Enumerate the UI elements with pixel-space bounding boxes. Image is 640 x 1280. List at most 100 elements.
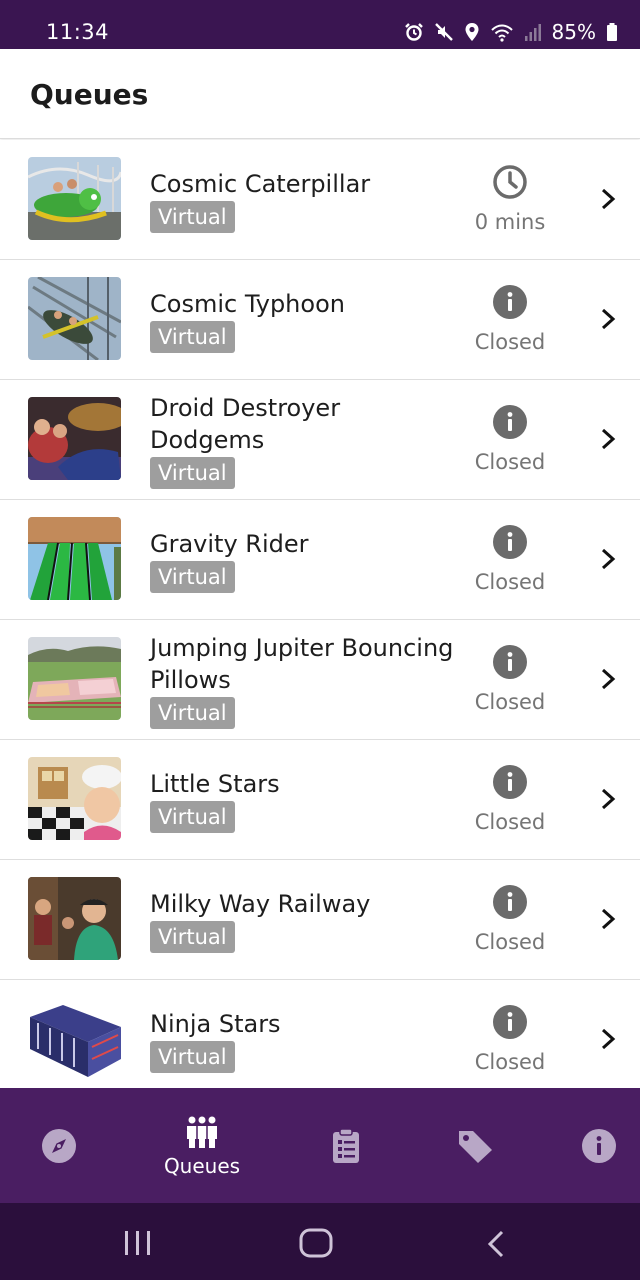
page-title: Queues	[30, 78, 149, 111]
ride-name: Cosmic Caterpillar	[150, 169, 371, 198]
info-icon	[493, 405, 527, 439]
queue-status: Closed	[460, 278, 560, 368]
queue-status: Closed	[460, 638, 560, 728]
clipboard-list-icon	[333, 1128, 359, 1163]
back-icon[interactable]	[484, 1229, 508, 1259]
ride-info: Cosmic Typhoon Virtual	[150, 260, 460, 380]
nav-item-list[interactable]	[291, 1088, 401, 1203]
queue-row-cosmic-caterpillar[interactable]: Cosmic Caterpillar Virtual 0 mins	[0, 140, 640, 260]
nav-item-explore[interactable]	[4, 1088, 114, 1203]
queue-list[interactable]: Cosmic Caterpillar Virtual 0 mins Cosmic…	[0, 140, 640, 1088]
home-icon[interactable]	[299, 1228, 333, 1258]
status-bar: 11:34 85%	[0, 0, 640, 49]
queue-status-text: Closed	[474, 570, 546, 594]
info-icon	[493, 885, 527, 919]
ride-thumbnail	[28, 397, 121, 480]
info-icon	[493, 525, 527, 559]
ride-name: Jumping Jupiter Bouncing Pillows	[150, 633, 454, 694]
ride-info: Milky Way Railway Virtual	[150, 860, 460, 980]
queue-row-gravity-rider[interactable]: Gravity Rider Virtual Closed	[0, 500, 640, 620]
queue-status-text: Closed	[474, 330, 546, 354]
people-queue-icon	[187, 1116, 217, 1148]
chevron-right-icon[interactable]	[598, 1024, 620, 1054]
ride-name: Ninja Stars	[150, 1009, 281, 1038]
ride-info: Jumping Jupiter Bouncing Pillows Virtual	[150, 620, 460, 740]
ride-thumbnail	[28, 517, 121, 600]
info-icon	[493, 1005, 527, 1039]
ride-name: Cosmic Typhoon	[150, 289, 345, 318]
queue-status-text: Closed	[474, 450, 546, 474]
ride-info: Ninja Stars Virtual	[150, 980, 460, 1088]
wait-time: 0 mins	[474, 210, 546, 234]
virtual-tag: Virtual	[150, 696, 235, 729]
wifi-icon	[490, 24, 513, 42]
queue-status: Closed	[460, 398, 560, 488]
ride-info: Little Stars Virtual	[150, 740, 460, 860]
chevron-right-icon[interactable]	[598, 904, 620, 934]
queue-status: Closed	[460, 518, 560, 608]
nav-label-queues: Queues	[163, 1154, 241, 1178]
info-icon	[493, 765, 527, 799]
virtual-tag: Virtual	[150, 456, 235, 489]
chevron-right-icon[interactable]	[598, 424, 620, 454]
queue-row-droid-destroyer-dodgems[interactable]: Droid Destroyer Dodgems Virtual Closed	[0, 380, 640, 500]
bottom-nav: Queues	[0, 1088, 640, 1203]
queue-status-text: Closed	[474, 1050, 546, 1074]
chevron-right-icon[interactable]	[598, 664, 620, 694]
queue-row-little-stars[interactable]: Little Stars Virtual Closed	[0, 740, 640, 860]
info-icon	[493, 285, 527, 319]
virtual-tag: Virtual	[150, 320, 235, 353]
location-icon	[465, 23, 479, 41]
system-nav-bar	[0, 1203, 640, 1280]
battery-icon	[607, 23, 617, 41]
virtual-tag: Virtual	[150, 920, 235, 953]
virtual-tag: Virtual	[150, 560, 235, 593]
ride-name: Droid Destroyer Dodgems	[150, 393, 341, 454]
ride-thumbnail	[28, 757, 121, 840]
queue-status: Closed	[460, 998, 560, 1088]
ride-thumbnail	[28, 277, 121, 360]
ride-thumbnail	[28, 997, 121, 1080]
ride-info: Cosmic Caterpillar Virtual	[150, 140, 460, 260]
status-icons: 85%	[404, 18, 618, 46]
queue-status: 0 mins	[460, 158, 560, 248]
chevron-right-icon[interactable]	[598, 304, 620, 334]
ride-thumbnail	[28, 157, 121, 240]
queue-row-cosmic-typhoon[interactable]: Cosmic Typhoon Virtual Closed	[0, 260, 640, 380]
ride-thumbnail	[28, 877, 121, 960]
app-header: Queues	[0, 49, 640, 139]
ride-info: Gravity Rider Virtual	[150, 500, 460, 620]
virtual-tag: Virtual	[150, 200, 235, 233]
ride-thumbnail	[28, 637, 121, 720]
info-icon	[493, 645, 527, 679]
compass-icon	[42, 1129, 76, 1163]
ride-name: Little Stars	[150, 769, 280, 798]
alarm-icon	[404, 23, 423, 41]
queue-status-text: Closed	[474, 810, 546, 834]
chevron-right-icon[interactable]	[598, 544, 620, 574]
nav-item-offers[interactable]	[419, 1088, 529, 1203]
virtual-tag: Virtual	[150, 800, 235, 833]
chevron-right-icon[interactable]	[598, 184, 620, 214]
info-icon	[582, 1129, 616, 1163]
queue-status: Closed	[460, 878, 560, 968]
chevron-right-icon[interactable]	[598, 784, 620, 814]
queue-status-text: Closed	[474, 930, 546, 954]
nav-item-info[interactable]	[544, 1088, 640, 1203]
queue-status: Closed	[460, 758, 560, 848]
queue-status-text: Closed	[474, 690, 546, 714]
ride-info: Droid Destroyer Dodgems Virtual	[150, 380, 460, 500]
mute-icon	[434, 23, 453, 41]
virtual-tag: Virtual	[150, 1040, 235, 1073]
ride-name: Milky Way Railway	[150, 889, 371, 918]
ride-name: Gravity Rider	[150, 529, 309, 558]
recent-apps-icon[interactable]	[122, 1230, 154, 1256]
tag-icon	[459, 1131, 492, 1163]
status-time: 11:34	[46, 20, 110, 44]
queue-row-ninja-stars[interactable]: Ninja Stars Virtual Closed	[0, 980, 640, 1088]
signal-icon	[524, 24, 541, 41]
queue-row-milky-way-railway[interactable]: Milky Way Railway Virtual Closed	[0, 860, 640, 980]
nav-item-queues[interactable]: Queues	[147, 1088, 257, 1203]
queue-row-jumping-jupiter-bouncing-pillows[interactable]: Jumping Jupiter Bouncing Pillows Virtual…	[0, 620, 640, 740]
clock-icon	[493, 165, 527, 199]
